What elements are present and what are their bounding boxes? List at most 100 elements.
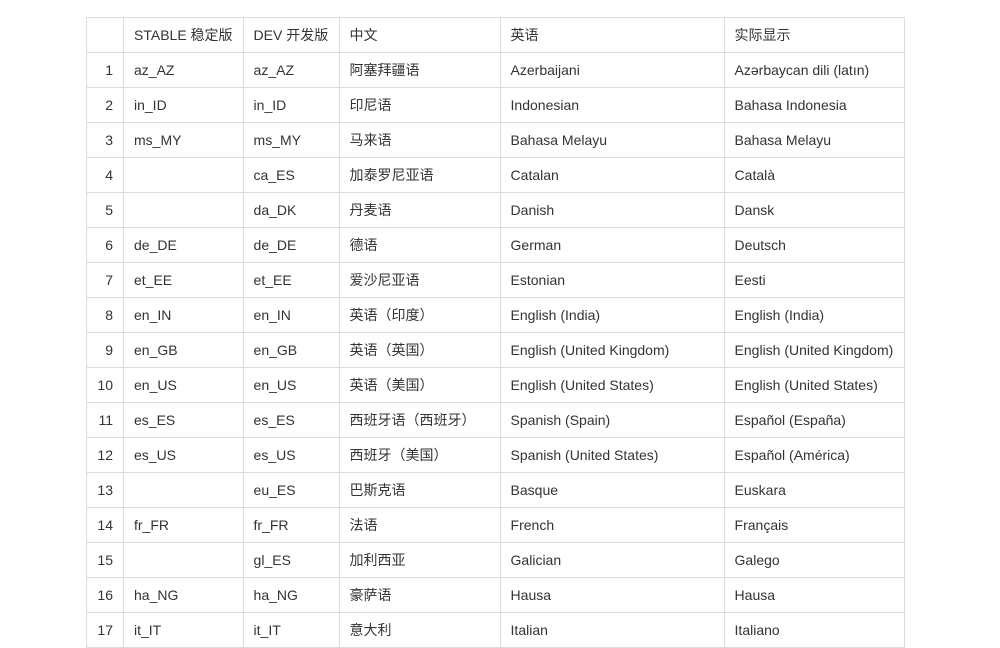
dev-code-cell: de_DE (242, 227, 340, 263)
stable-code-cell (123, 157, 244, 193)
chinese-name-cell: 印尼语 (338, 87, 501, 123)
english-name-cell: Estonian (499, 262, 725, 298)
row-index-cell: 15 (86, 542, 124, 578)
row-index-cell: 5 (86, 192, 124, 228)
stable-code-cell: it_IT (123, 612, 244, 648)
display-name-cell: Galego (723, 542, 905, 578)
row-index-cell: 17 (86, 612, 124, 648)
chinese-name-cell: 意大利 (338, 612, 501, 648)
stable-code-cell: fr_FR (123, 507, 244, 543)
english-name-cell: French (499, 507, 725, 543)
table-row: 7 et_EE et_EE 爱沙尼亚语 Estonian Eesti (86, 262, 905, 298)
chinese-name-cell: 豪萨语 (338, 577, 501, 613)
display-name-cell: Español (América) (723, 437, 905, 473)
dev-code-cell: eu_ES (242, 472, 340, 508)
display-name-cell: Hausa (723, 577, 905, 613)
header-index (86, 17, 124, 53)
display-name-cell: Deutsch (723, 227, 905, 263)
table-row: 1 az_AZ az_AZ 阿塞拜疆语 Azerbaijani Azərbaycan di… (86, 52, 905, 88)
english-name-cell: Bahasa Melayu (499, 122, 725, 158)
table-row: 17 it_IT it_IT 意大利 Italian Italiano (86, 612, 905, 648)
table-row: 6 de_DE de_DE 德语 German Deutsch (86, 227, 905, 263)
row-index-cell: 4 (86, 157, 124, 193)
english-name-cell: English (United Kingdom) (499, 332, 725, 368)
table-row: 9 en_GB en_GB 英语（英国） English (United Kingdom… (86, 332, 905, 368)
row-index-cell: 2 (86, 87, 124, 123)
row-index-cell: 14 (86, 507, 124, 543)
row-index-cell: 6 (86, 227, 124, 263)
row-index-cell: 3 (86, 122, 124, 158)
chinese-name-cell: 英语（印度） (338, 297, 501, 333)
row-index-cell: 16 (86, 577, 124, 613)
dev-code-cell: it_IT (242, 612, 340, 648)
dev-code-cell: en_GB (242, 332, 340, 368)
stable-code-cell (123, 472, 244, 508)
table-body: 1 az_AZ az_AZ 阿塞拜疆语 Azerbaijani Azərbaycan di… (86, 52, 905, 648)
stable-code-cell: en_GB (123, 332, 244, 368)
stable-code-cell: es_US (123, 437, 244, 473)
chinese-name-cell: 加利西亚 (338, 542, 501, 578)
chinese-name-cell: 阿塞拜疆语 (338, 52, 501, 88)
header-stable: STABLE 稳定版 (123, 17, 244, 53)
english-name-cell: Danish (499, 192, 725, 228)
dev-code-cell: ha_NG (242, 577, 340, 613)
dev-code-cell: da_DK (242, 192, 340, 228)
dev-code-cell: az_AZ (242, 52, 340, 88)
table-row: 14 fr_FR fr_FR 法语 French Français (86, 507, 905, 543)
stable-code-cell (123, 192, 244, 228)
language-table: STABLE 稳定版 DEV 开发版 中文 英语 实际显示 1 az_AZ az_A… (86, 17, 905, 648)
english-name-cell: Galician (499, 542, 725, 578)
stable-code-cell: et_EE (123, 262, 244, 298)
stable-code-cell: ms_MY (123, 122, 244, 158)
dev-code-cell: en_IN (242, 297, 340, 333)
dev-code-cell: es_ES (242, 402, 340, 438)
english-name-cell: Spanish (United States) (499, 437, 725, 473)
display-name-cell: Français (723, 507, 905, 543)
row-index-cell: 13 (86, 472, 124, 508)
stable-code-cell: es_ES (123, 402, 244, 438)
stable-code-cell: az_AZ (123, 52, 244, 88)
dev-code-cell: ms_MY (242, 122, 340, 158)
stable-code-cell (123, 542, 244, 578)
chinese-name-cell: 马来语 (338, 122, 501, 158)
dev-code-cell: et_EE (242, 262, 340, 298)
english-name-cell: Italian (499, 612, 725, 648)
chinese-name-cell: 法语 (338, 507, 501, 543)
dev-code-cell: gl_ES (242, 542, 340, 578)
chinese-name-cell: 英语（美国） (338, 367, 501, 403)
chinese-name-cell: 英语（英国） (338, 332, 501, 368)
display-name-cell: English (United Kingdom) (723, 332, 905, 368)
stable-code-cell: ha_NG (123, 577, 244, 613)
header-english: 英语 (499, 17, 725, 53)
english-name-cell: Basque (499, 472, 725, 508)
english-name-cell: English (India) (499, 297, 725, 333)
english-name-cell: Azerbaijani (499, 52, 725, 88)
chinese-name-cell: 德语 (338, 227, 501, 263)
dev-code-cell: en_US (242, 367, 340, 403)
table-row: 10 en_US en_US 英语（美国） English (United States… (86, 367, 905, 403)
english-name-cell: Spanish (Spain) (499, 402, 725, 438)
header-row: STABLE 稳定版 DEV 开发版 中文 英语 实际显示 (86, 17, 905, 53)
table-row: 4 ca_ES 加泰罗尼亚语 Catalan Català (86, 157, 905, 193)
display-name-cell: Bahasa Indonesia (723, 87, 905, 123)
dev-code-cell: in_ID (242, 87, 340, 123)
table-row: 2 in_ID in_ID 印尼语 Indonesian Bahasa Indonesia (86, 87, 905, 123)
table-row: 11 es_ES es_ES 西班牙语（西班牙） Spanish (Spain) Espa… (86, 402, 905, 438)
row-index-cell: 1 (86, 52, 124, 88)
display-name-cell: Eesti (723, 262, 905, 298)
display-name-cell: Dansk (723, 192, 905, 228)
chinese-name-cell: 丹麦语 (338, 192, 501, 228)
header-display: 实际显示 (723, 17, 905, 53)
stable-code-cell: de_DE (123, 227, 244, 263)
table-row: 3 ms_MY ms_MY 马来语 Bahasa Melayu Bahasa Melayu (86, 122, 905, 158)
display-name-cell: Italiano (723, 612, 905, 648)
header-chinese: 中文 (338, 17, 501, 53)
header-dev: DEV 开发版 (242, 17, 340, 53)
chinese-name-cell: 加泰罗尼亚语 (338, 157, 501, 193)
chinese-name-cell: 西班牙（美国） (338, 437, 501, 473)
display-name-cell: Euskara (723, 472, 905, 508)
row-index-cell: 12 (86, 437, 124, 473)
stable-code-cell: in_ID (123, 87, 244, 123)
row-index-cell: 7 (86, 262, 124, 298)
display-name-cell: Català (723, 157, 905, 193)
